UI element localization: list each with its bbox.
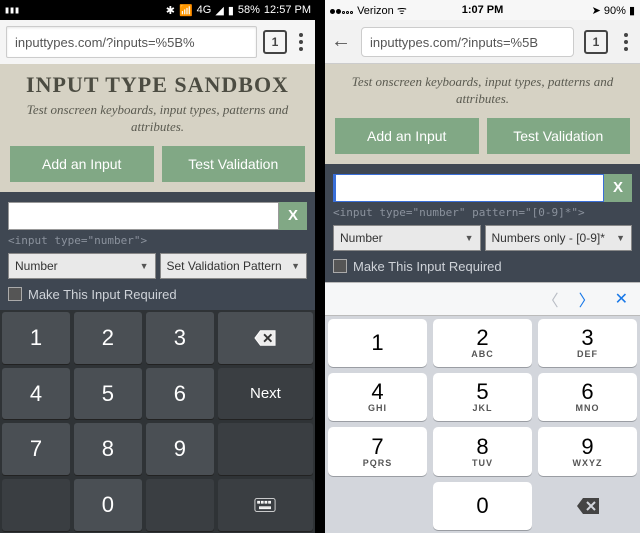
ios-phone: Verizon ᯤ 1:07 PM ➤ 90% ▮ ← inputtypes.c… xyxy=(325,0,640,533)
key-2[interactable]: 2 xyxy=(74,312,142,364)
required-checkbox[interactable] xyxy=(8,287,22,301)
page-subtitle: Test onscreen keyboards, input types, pa… xyxy=(335,74,630,108)
battery-icon: ▮ xyxy=(629,5,635,17)
key-3[interactable]: 3 xyxy=(146,312,214,364)
chevron-down-icon: ▼ xyxy=(465,233,474,243)
key-5[interactable]: 5JKL xyxy=(433,373,532,421)
overflow-menu-icon[interactable] xyxy=(293,33,309,51)
key-blank xyxy=(146,479,214,531)
sandbox-input[interactable] xyxy=(333,174,604,202)
key-8[interactable]: 8 xyxy=(74,423,142,475)
pattern-select[interactable]: Numbers only - [0-9]*▼ xyxy=(485,225,633,251)
sandbox-input[interactable] xyxy=(8,202,279,230)
key-2[interactable]: 2ABC xyxy=(433,319,532,367)
keyboard-toolbar: 〈 〉 ✕ xyxy=(325,282,640,316)
status-bar: ▮▮▮ ✱ 📶 4G ◢ ▮ 58% 12:57 PM xyxy=(0,0,315,20)
add-input-button[interactable]: Add an Input xyxy=(335,118,479,154)
backspace-key[interactable] xyxy=(538,482,637,530)
key-0[interactable]: 0 xyxy=(433,482,532,530)
carrier-label: Verizon xyxy=(357,5,394,17)
signal-dots-icon xyxy=(330,5,354,17)
status-bar: Verizon ᯤ 1:07 PM ➤ 90% ▮ xyxy=(325,0,640,20)
key-9[interactable]: 9 xyxy=(146,423,214,475)
key-blank xyxy=(218,423,313,475)
key-8[interactable]: 8TUV xyxy=(433,427,532,475)
input-config: X <input type="number"> Number▼ Set Vali… xyxy=(0,192,315,310)
chevron-down-icon: ▼ xyxy=(291,261,300,271)
required-checkbox[interactable] xyxy=(333,259,347,273)
network-icon: 📶 xyxy=(179,4,193,17)
key-blank xyxy=(328,482,427,530)
keyboard-icon xyxy=(254,496,276,514)
backspace-key[interactable] xyxy=(218,312,313,364)
signal-icon: ◢ xyxy=(215,4,223,17)
battery-pct: 58% xyxy=(238,4,260,16)
next-key[interactable]: Next xyxy=(218,368,313,420)
battery-pct: 90% xyxy=(604,5,626,17)
clock: 1:07 PM xyxy=(462,4,504,16)
url-field[interactable]: inputtypes.com/?inputs=%5B xyxy=(361,27,574,57)
overflow-menu-icon[interactable] xyxy=(618,33,634,51)
required-label: Make This Input Required xyxy=(353,259,502,274)
clear-input-button[interactable]: X xyxy=(604,174,632,202)
android-phone: ▮▮▮ ✱ 📶 4G ◢ ▮ 58% 12:57 PM inputtypes.c… xyxy=(0,0,315,533)
tabs-button[interactable]: 1 xyxy=(263,30,287,54)
key-3[interactable]: 3DEF xyxy=(538,319,637,367)
keyboard-switch-key[interactable] xyxy=(218,479,313,531)
page-subtitle: Test onscreen keyboards, input types, pa… xyxy=(10,102,305,136)
add-input-button[interactable]: Add an Input xyxy=(10,146,154,182)
browser-toolbar: ← inputtypes.com/?inputs=%5B 1 xyxy=(325,20,640,64)
url-field[interactable]: inputtypes.com/?inputs=%5B% xyxy=(6,26,257,58)
key-1[interactable]: 1 xyxy=(2,312,70,364)
location-icon: ➤ xyxy=(592,5,601,17)
back-button[interactable]: ← xyxy=(331,30,351,53)
backspace-icon xyxy=(575,496,601,516)
type-select[interactable]: Number▼ xyxy=(333,225,481,251)
pattern-select[interactable]: Set Validation Pattern▼ xyxy=(160,253,308,279)
required-label: Make This Input Required xyxy=(28,287,177,302)
input-tag-label: <input type="number" pattern="[0-9]*"> xyxy=(333,206,632,219)
clock: 12:57 PM xyxy=(264,4,311,16)
prev-field-button[interactable]: 〈 xyxy=(543,287,559,311)
key-4[interactable]: 4GHI xyxy=(328,373,427,421)
wifi-icon: ᯤ xyxy=(397,5,407,17)
key-blank xyxy=(2,479,70,531)
key-4[interactable]: 4 xyxy=(2,368,70,420)
battery-icon: ▮ xyxy=(228,4,234,17)
ios-keyboard: 〈 〉 ✕ 1 2ABC 3DEF 4GHI 5JKL 6MNO 7PQRS 8… xyxy=(325,282,640,533)
key-1[interactable]: 1 xyxy=(328,319,427,367)
input-config: X <input type="number" pattern="[0-9]*">… xyxy=(325,164,640,282)
key-7[interactable]: 7 xyxy=(2,423,70,475)
bluetooth-icon: ✱ xyxy=(166,4,175,17)
browser-toolbar: inputtypes.com/?inputs=%5B% 1 xyxy=(0,20,315,64)
page-title: INPUT TYPE SANDBOX xyxy=(10,72,305,98)
clear-input-button[interactable]: X xyxy=(279,202,307,230)
net-label: 4G xyxy=(197,4,212,16)
input-tag-label: <input type="number"> xyxy=(8,234,307,247)
key-9[interactable]: 9WXYZ xyxy=(538,427,637,475)
key-6[interactable]: 6MNO xyxy=(538,373,637,421)
key-5[interactable]: 5 xyxy=(74,368,142,420)
type-select[interactable]: Number▼ xyxy=(8,253,156,279)
chevron-down-icon: ▼ xyxy=(140,261,149,271)
status-left-icons: ▮▮▮ xyxy=(4,5,19,16)
tabs-button[interactable]: 1 xyxy=(584,30,608,54)
backspace-icon xyxy=(254,329,276,347)
key-0[interactable]: 0 xyxy=(74,479,142,531)
chevron-down-icon: ▼ xyxy=(616,233,625,243)
android-keyboard: 1 2 3 4 5 6 Next 7 8 9 0 xyxy=(0,310,315,533)
next-field-button[interactable]: 〉 xyxy=(579,287,595,311)
key-6[interactable]: 6 xyxy=(146,368,214,420)
app-header: INPUT TYPE SANDBOX Test onscreen keyboar… xyxy=(0,64,315,192)
dismiss-keyboard-button[interactable]: ✕ xyxy=(615,289,628,309)
key-7[interactable]: 7PQRS xyxy=(328,427,427,475)
test-validation-button[interactable]: Test Validation xyxy=(487,118,631,154)
test-validation-button[interactable]: Test Validation xyxy=(162,146,306,182)
app-header: Test onscreen keyboards, input types, pa… xyxy=(325,64,640,164)
